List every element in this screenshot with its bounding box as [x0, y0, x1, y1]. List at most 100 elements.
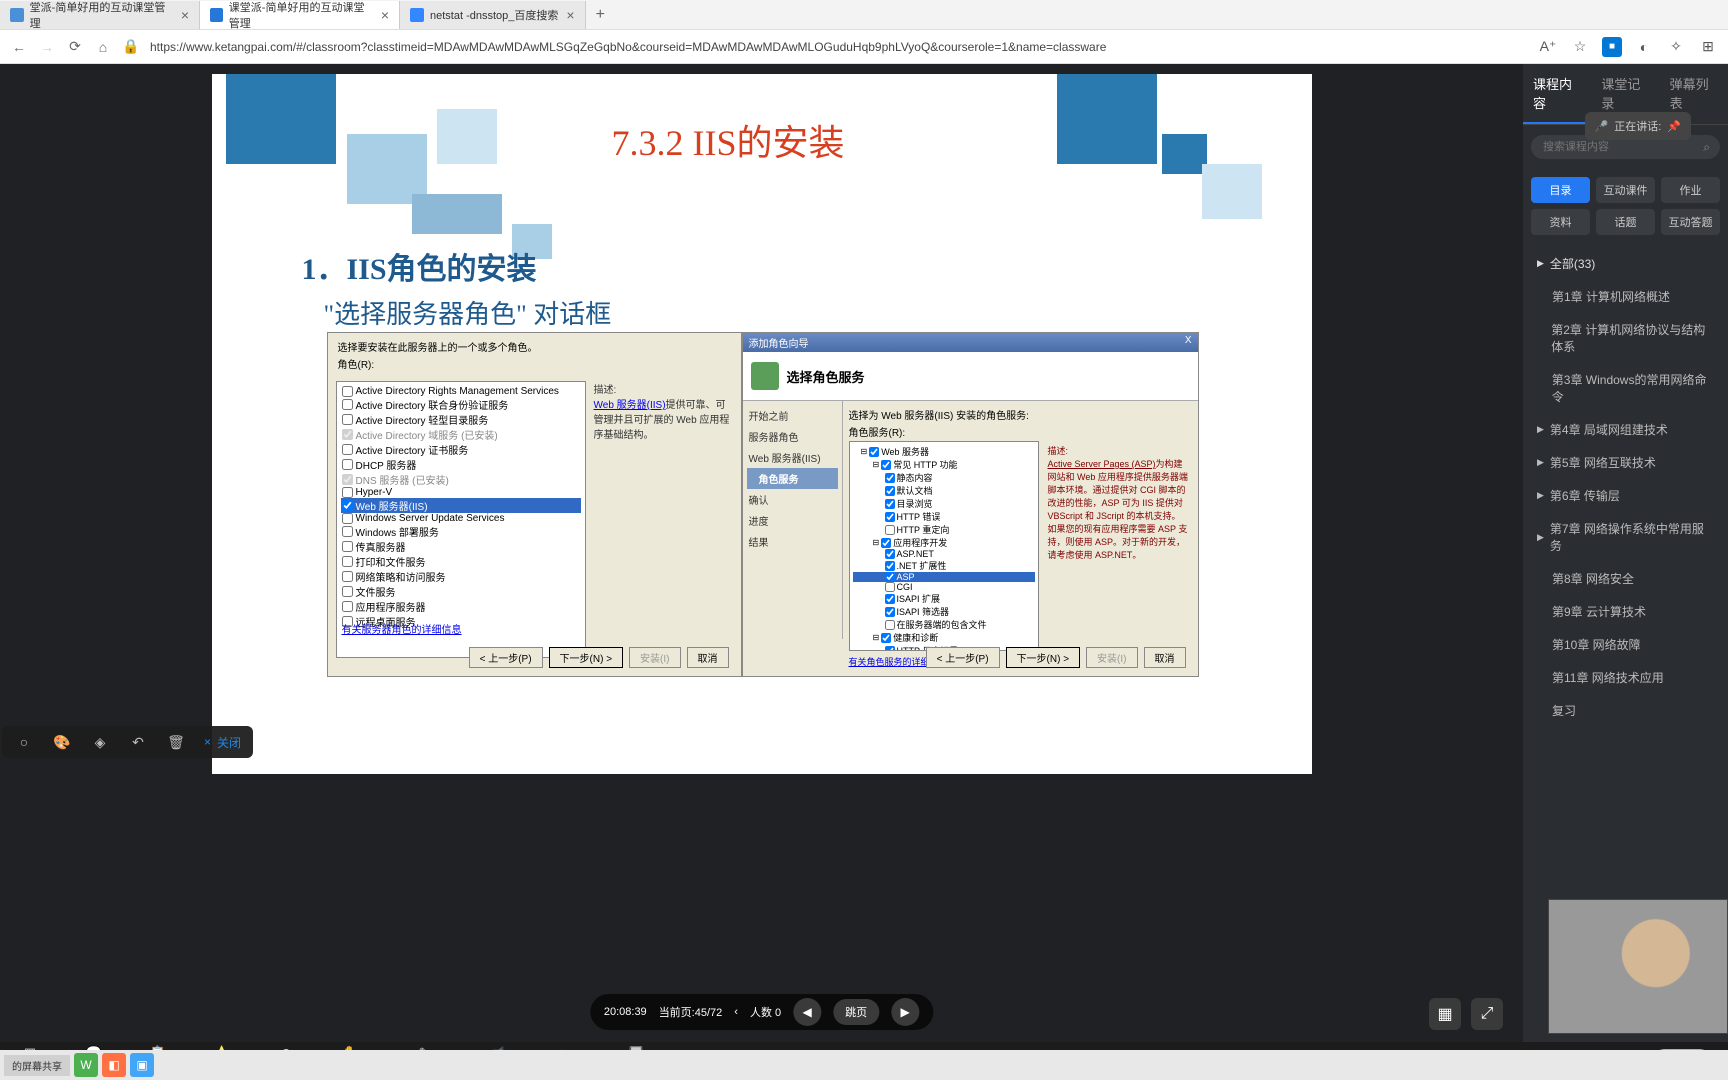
close-toolbar-button[interactable]: ×关闭: [204, 734, 241, 751]
lock-icon[interactable]: 🔒: [122, 38, 140, 56]
role-item[interactable]: Active Directory 证书服务: [341, 442, 581, 457]
expand-all[interactable]: ▶全部(33): [1523, 247, 1728, 280]
tree-item[interactable]: HTTP 错误: [853, 510, 1035, 523]
tree-item[interactable]: 默认文档: [853, 484, 1035, 497]
tree-item[interactable]: ISAPI 筛选器: [853, 605, 1035, 618]
extension-icon[interactable]: ■: [1602, 37, 1622, 57]
read-aloud-icon[interactable]: A⁺: [1538, 37, 1558, 57]
sidebar-filter-button[interactable]: 话题: [1596, 209, 1655, 235]
grid-view-button[interactable]: ▦: [1429, 998, 1461, 1030]
role-item[interactable]: DNS 服务器 (已安装): [341, 472, 581, 487]
tree-item[interactable]: ⊟常见 HTTP 功能: [853, 458, 1035, 471]
wizard-step[interactable]: 开始之前: [747, 405, 838, 426]
role-item[interactable]: Active Directory 轻型目录服务: [341, 412, 581, 427]
tree-item[interactable]: 在服务器端的包含文件: [853, 618, 1035, 631]
role-item[interactable]: 传真服务器: [341, 539, 581, 554]
eraser-icon[interactable]: ◈: [90, 732, 110, 752]
desc-link[interactable]: Web 服务器(IIS): [594, 400, 666, 411]
wizard-step[interactable]: 进度: [747, 510, 838, 531]
camera-feed[interactable]: [1548, 899, 1728, 1034]
close-icon[interactable]: ×: [181, 7, 189, 23]
tree-item[interactable]: .NET 扩展性: [853, 559, 1035, 572]
tree-item[interactable]: ⊟应用程序开发: [853, 536, 1035, 549]
chapter-item[interactable]: 第10章 网络故障: [1523, 628, 1728, 661]
tree-item[interactable]: ISAPI 扩展: [853, 592, 1035, 605]
app-icon[interactable]: ◧: [102, 1053, 126, 1077]
role-item[interactable]: Active Directory 联合身份验证服务: [341, 397, 581, 412]
prev-button[interactable]: < 上一步(P): [469, 647, 543, 668]
back-icon[interactable]: ←: [10, 38, 28, 56]
sidebar-filter-button[interactable]: 作业: [1661, 177, 1720, 203]
chapter-item[interactable]: ▶第7章 网络操作系统中常用服务: [1523, 512, 1728, 562]
role-item[interactable]: Windows 部署服务: [341, 524, 581, 539]
chapter-item[interactable]: ▶第6章 传输层: [1523, 479, 1728, 512]
url-field[interactable]: https://www.ketangpai.com/#/classroom?cl…: [150, 40, 1528, 54]
ellipse-icon[interactable]: ○: [14, 732, 34, 752]
browser-tab[interactable]: 课堂派-简单好用的互动课堂管理×: [200, 1, 400, 29]
cancel-button[interactable]: 取消: [1144, 647, 1186, 668]
fullscreen-exit-button[interactable]: ⤢: [1471, 998, 1503, 1030]
role-item[interactable]: 文件服务: [341, 584, 581, 599]
tree-item[interactable]: ⊟Web 服务器: [853, 445, 1035, 458]
more-info-link[interactable]: 有关服务器角色的详细信息: [342, 621, 462, 636]
collections-icon[interactable]: ✧: [1666, 37, 1686, 57]
role-services-tree[interactable]: ⊟Web 服务器⊟常见 HTTP 功能静态内容默认文档目录浏览HTTP 错误HT…: [849, 441, 1039, 651]
undo-icon[interactable]: ↶: [128, 732, 148, 752]
chapter-item[interactable]: 第9章 云计算技术: [1523, 595, 1728, 628]
wizard-step[interactable]: Web 服务器(IIS): [747, 447, 838, 468]
tab-course-content[interactable]: 课程内容: [1523, 64, 1591, 124]
tree-item[interactable]: CGI: [853, 582, 1035, 592]
wizard-step[interactable]: 服务器角色: [747, 426, 838, 447]
browser-tab[interactable]: 堂派-简单好用的互动课堂管理×: [0, 1, 200, 29]
sidebar-filter-button[interactable]: 互动答题: [1661, 209, 1720, 235]
wechat-icon[interactable]: W: [74, 1053, 98, 1077]
role-item[interactable]: 打印和文件服务: [341, 554, 581, 569]
sidebar-filter-button[interactable]: 互动课件: [1596, 177, 1655, 203]
tree-item[interactable]: ASP.NET: [853, 549, 1035, 559]
home-icon[interactable]: ⌂: [94, 38, 112, 56]
next-slide-button[interactable]: ▶: [891, 998, 919, 1026]
role-item[interactable]: DHCP 服务器: [341, 457, 581, 472]
role-item[interactable]: Active Directory Rights Management Servi…: [341, 386, 581, 397]
tree-item[interactable]: ⊟健康和诊断: [853, 631, 1035, 644]
tree-item[interactable]: 目录浏览: [853, 497, 1035, 510]
close-icon[interactable]: ×: [566, 7, 574, 23]
new-tab-button[interactable]: +: [586, 6, 615, 24]
role-item[interactable]: Hyper-V: [341, 487, 581, 498]
trash-icon[interactable]: 🗑: [166, 732, 186, 752]
wizard-step[interactable]: 确认: [747, 489, 838, 510]
chapter-item[interactable]: 复习: [1523, 694, 1728, 727]
prev-button[interactable]: < 上一步(P): [926, 647, 1000, 668]
role-item[interactable]: 应用程序服务器: [341, 599, 581, 614]
chapter-item[interactable]: ▶第5章 网络互联技术: [1523, 446, 1728, 479]
close-icon[interactable]: ×: [381, 7, 389, 23]
chapter-item[interactable]: 第3章 Windows的常用网络命令: [1523, 363, 1728, 413]
chapter-item[interactable]: ▶第4章 局域网组建技术: [1523, 413, 1728, 446]
jump-page-button[interactable]: 跳页: [833, 999, 879, 1025]
tree-item[interactable]: ASP: [853, 572, 1035, 582]
refresh-icon[interactable]: ⟳: [66, 38, 84, 56]
next-button[interactable]: 下一步(N) >: [1006, 647, 1081, 668]
chapter-item[interactable]: 第11章 网络技术应用: [1523, 661, 1728, 694]
role-item[interactable]: Web 服务器(IIS): [341, 498, 581, 513]
role-item[interactable]: Active Directory 域服务 (已安装): [341, 427, 581, 442]
tree-item[interactable]: HTTP 重定向: [853, 523, 1035, 536]
annotation-toolbar[interactable]: ○ 🎨 ◈ ↶ 🗑 ×关闭: [2, 726, 253, 758]
wizard-step[interactable]: 结果: [747, 531, 838, 552]
palette-icon[interactable]: 🎨: [52, 732, 72, 752]
role-item[interactable]: Windows Server Update Services: [341, 513, 581, 524]
cancel-button[interactable]: 取消: [687, 647, 729, 668]
chapter-item[interactable]: 第8章 网络安全: [1523, 562, 1728, 595]
search-icon[interactable]: ⌕: [1703, 140, 1710, 155]
browser-tab[interactable]: netstat -dnsstop_百度搜索×: [400, 1, 586, 29]
role-item[interactable]: 网络策略和访问服务: [341, 569, 581, 584]
settings-icon[interactable]: ◐: [1634, 37, 1654, 57]
sidebar-filter-button[interactable]: 目录: [1531, 177, 1590, 203]
chevron-left-icon[interactable]: ‹: [734, 1006, 738, 1018]
vm-icon[interactable]: ▣: [130, 1053, 154, 1077]
wizard-step[interactable]: 角色服务: [747, 468, 838, 489]
roles-listbox[interactable]: Active Directory Rights Management Servi…: [336, 381, 586, 658]
close-icon[interactable]: X: [1185, 335, 1192, 350]
prev-slide-button[interactable]: ◀: [793, 998, 821, 1026]
sidebar-filter-button[interactable]: 资料: [1531, 209, 1590, 235]
